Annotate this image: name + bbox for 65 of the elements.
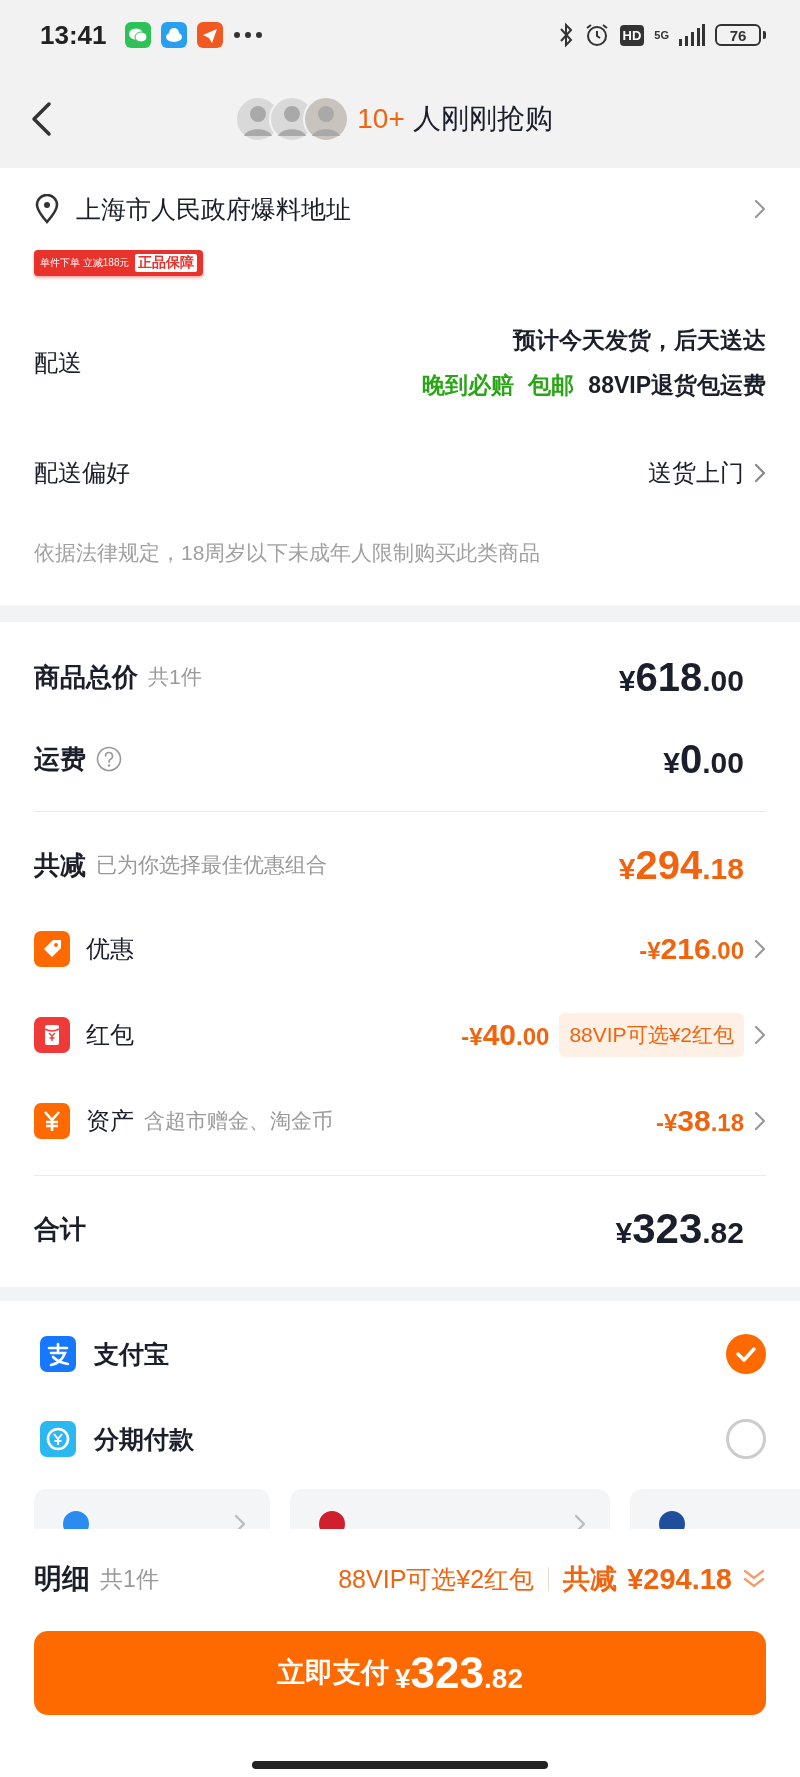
item-count: 共1件 bbox=[100, 1564, 159, 1594]
saving-amount: ¥294.18 bbox=[627, 1564, 732, 1594]
installment-icon bbox=[40, 1421, 76, 1457]
alipay-icon bbox=[40, 1336, 76, 1372]
saving-label: 共减 bbox=[563, 1563, 618, 1596]
summary-label: 共减 bbox=[34, 848, 86, 882]
signal-icon bbox=[679, 24, 705, 46]
legal-notice: 依据法律规定，18周岁以下未成年人限制购买此类商品 bbox=[34, 539, 542, 566]
battery-indicator: 76 bbox=[715, 24, 761, 46]
delivery-label: 配送 bbox=[34, 348, 83, 378]
discount-label: 资产 bbox=[86, 1106, 134, 1136]
payment-option[interactable]: 分期付款 bbox=[34, 1399, 800, 1479]
delivery-estimate: 预计今天发货，后天送达 bbox=[513, 326, 766, 355]
chevron-right-icon bbox=[754, 1025, 766, 1045]
more-icon bbox=[232, 31, 263, 39]
back-button[interactable] bbox=[30, 101, 52, 137]
promo-text: 正品保障 bbox=[135, 254, 198, 272]
back-icon bbox=[30, 101, 52, 137]
summary-amount: ¥323.82 bbox=[615, 1208, 744, 1250]
envelope-icon bbox=[34, 1017, 70, 1053]
summary-label: 商品总价 bbox=[34, 660, 138, 694]
chevron-right-icon bbox=[754, 462, 766, 483]
chevron-right-icon bbox=[754, 199, 766, 219]
chat-app-icon bbox=[124, 22, 151, 48]
service-tag: 包邮 bbox=[528, 363, 575, 408]
yuan-icon bbox=[34, 1103, 70, 1139]
chevron-right-icon bbox=[234, 1514, 246, 1529]
network-type: 5G bbox=[654, 29, 669, 41]
discount-label: 红包 bbox=[86, 1020, 134, 1050]
buyer-count: 10+ bbox=[357, 103, 405, 135]
summary-note: 含超市赠金、淘金币 bbox=[144, 1108, 333, 1134]
address-row[interactable]: 上海市人民政府爆料地址 bbox=[34, 168, 766, 250]
cloud-app-icon bbox=[160, 22, 187, 48]
discount-label: 优惠 bbox=[86, 934, 134, 964]
summary-amount: ¥618.00 bbox=[618, 657, 744, 697]
paper-plane-app-icon bbox=[196, 22, 223, 48]
bluetooth-icon bbox=[557, 22, 574, 48]
discount-amount: -¥38.18 bbox=[655, 1106, 744, 1136]
chevron-right-icon bbox=[574, 1514, 586, 1529]
service-tag: 晚到必赔 bbox=[422, 363, 515, 408]
tag-icon bbox=[34, 931, 70, 967]
summary-amount: ¥294.18 bbox=[618, 845, 744, 885]
preference-label: 配送偏好 bbox=[34, 457, 131, 488]
avatar bbox=[303, 96, 350, 142]
discount-amount: -¥40.00 bbox=[461, 1020, 550, 1050]
clock-time: 13:41 bbox=[40, 19, 107, 51]
chevron-right-icon bbox=[754, 939, 766, 959]
service-tag: 88VIP退货包运费 bbox=[588, 363, 766, 408]
payment-option[interactable]: 支付宝 bbox=[34, 1309, 800, 1399]
preference-value[interactable]: 送货上门 bbox=[648, 456, 744, 489]
chevron-right-icon bbox=[754, 1111, 766, 1131]
detail-label: 明细 bbox=[34, 1562, 90, 1596]
summary-amount: ¥0.00 bbox=[663, 739, 744, 779]
summary-label: 合计 bbox=[34, 1212, 86, 1246]
summary-note: 已为你选择最佳优惠组合 bbox=[96, 852, 327, 878]
vip-offer: 88VIP可选¥2红包 bbox=[338, 1563, 535, 1595]
hd-badge: HD bbox=[619, 24, 645, 46]
vip-coupon-badge: 88VIP可选¥2红包 bbox=[559, 1013, 744, 1057]
summary-label: 运费 bbox=[34, 742, 86, 776]
discount-amount: -¥216.00 bbox=[639, 934, 744, 964]
location-pin-icon bbox=[34, 194, 60, 224]
summary-note: 共1件 bbox=[148, 664, 202, 690]
promo-text: 单件下单 立减188元 bbox=[40, 256, 130, 270]
help-icon bbox=[96, 746, 122, 772]
buyer-text: 人刚刚抢购 bbox=[412, 102, 553, 136]
